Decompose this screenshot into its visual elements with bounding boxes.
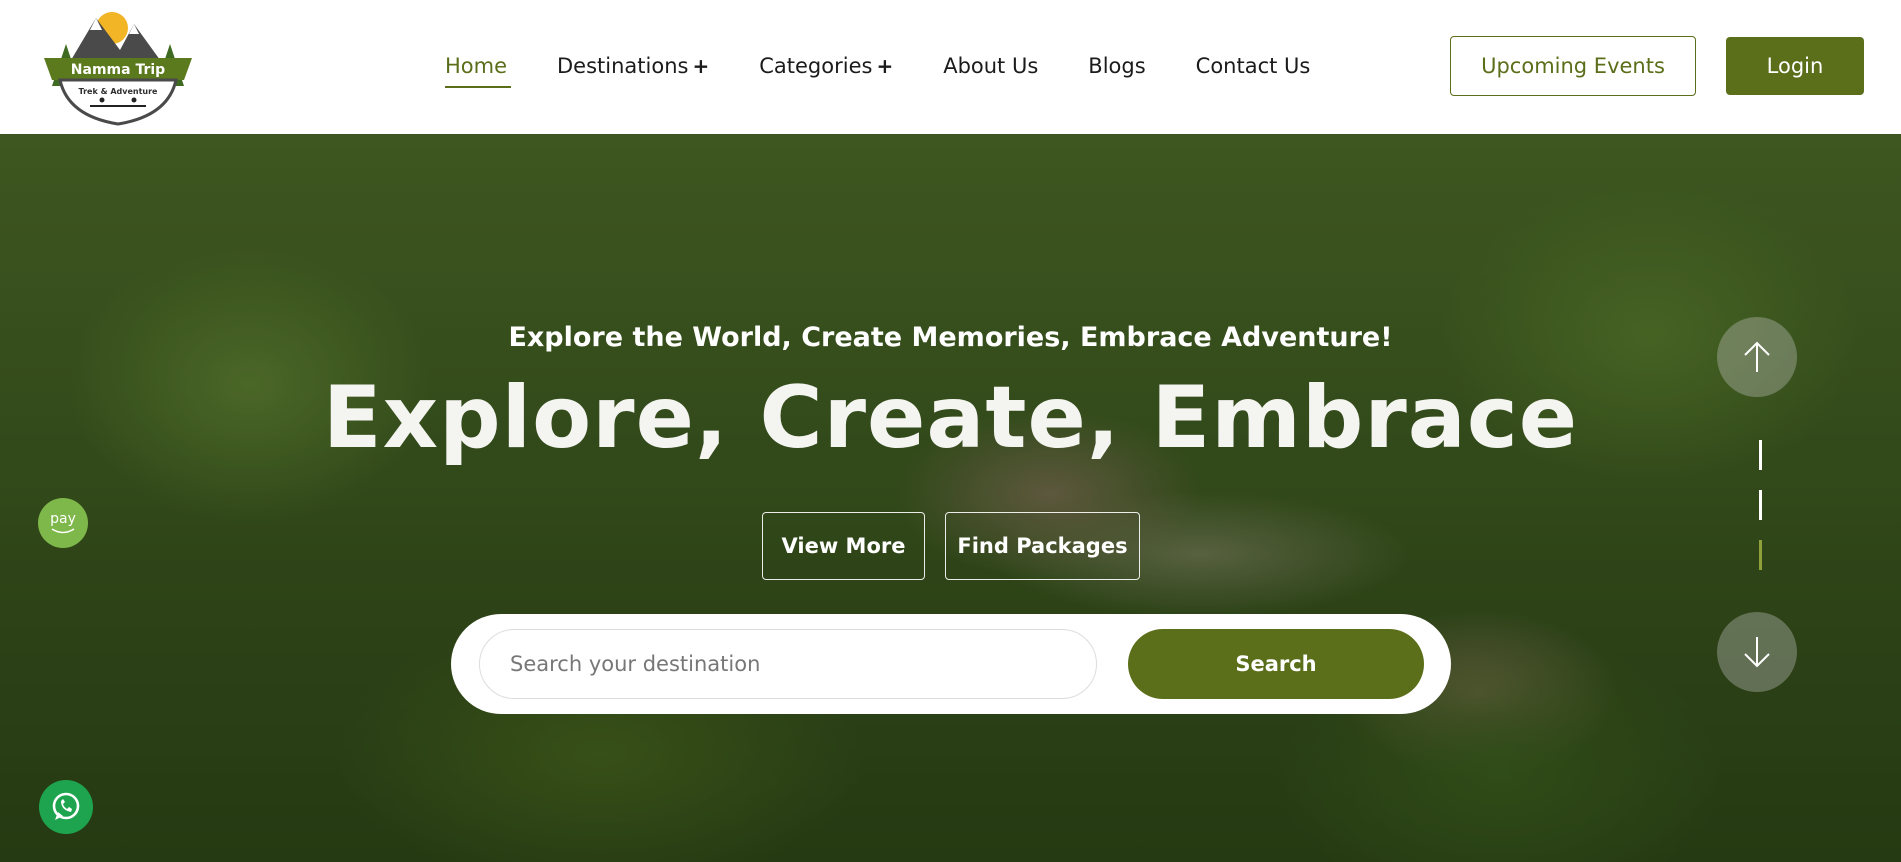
slider-indicator-3-active[interactable] — [1759, 540, 1762, 570]
plus-icon: + — [692, 54, 710, 78]
nav-item-home[interactable]: Home — [445, 48, 512, 88]
plus-icon: + — [876, 54, 894, 78]
nav-item-label: Destinations — [557, 54, 689, 78]
whatsapp-button[interactable] — [39, 780, 93, 834]
nav-item-about-us[interactable]: About Us — [943, 48, 1038, 84]
view-more-button[interactable]: View More — [762, 512, 925, 580]
nav-item-label: Contact Us — [1195, 54, 1311, 78]
nav-item-label: Blogs — [1088, 54, 1146, 78]
amazon-pay-button[interactable]: pay — [38, 498, 88, 548]
nav-item-destinations[interactable]: Destinations + — [557, 48, 709, 84]
hero-headline: Explore, Create, Embrace — [322, 368, 1579, 468]
smile-arrow-icon — [51, 528, 75, 534]
amazon-pay-label: pay — [50, 511, 76, 527]
nav-item-blogs[interactable]: Blogs — [1088, 48, 1145, 84]
login-button[interactable]: Login — [1726, 37, 1864, 95]
nav-item-contact-us[interactable]: Contact Us — [1196, 48, 1311, 84]
slider-indicator-2[interactable] — [1759, 490, 1762, 520]
search-bar: Search — [451, 614, 1451, 714]
hero-section: Explore the World, Create Memories, Embr… — [0, 134, 1901, 862]
nav-item-label: Home — [445, 54, 508, 78]
upcoming-events-button[interactable]: Upcoming Events — [1450, 36, 1696, 96]
find-packages-button[interactable]: Find Packages — [945, 512, 1140, 580]
whatsapp-icon — [52, 792, 80, 820]
nav-item-categories[interactable]: Categories + — [759, 48, 893, 84]
slider-prev-button[interactable] — [1717, 317, 1797, 397]
arrow-down-icon — [1744, 637, 1770, 668]
search-button[interactable]: Search — [1128, 629, 1424, 699]
nav-item-label: About Us — [943, 54, 1039, 78]
logo-brand-text: Namma Trip — [71, 62, 165, 78]
site-logo[interactable]: Namma Trip Trek & Adventure — [38, 4, 198, 130]
main-nav: Home Destinations + Categories + About U… — [445, 48, 1360, 88]
nav-item-label: Categories — [759, 54, 873, 78]
arrow-up-icon — [1744, 341, 1770, 372]
search-input[interactable] — [479, 629, 1097, 699]
logo-tagline-text: Trek & Adventure — [79, 87, 159, 96]
site-header: Namma Trip Trek & Adventure Home Destina… — [0, 0, 1901, 134]
hero-tagline: Explore the World, Create Memories, Embr… — [508, 322, 1393, 353]
slider-next-button[interactable] — [1717, 612, 1797, 692]
slider-indicator-1[interactable] — [1759, 440, 1762, 470]
hero-background-image — [0, 134, 1901, 862]
